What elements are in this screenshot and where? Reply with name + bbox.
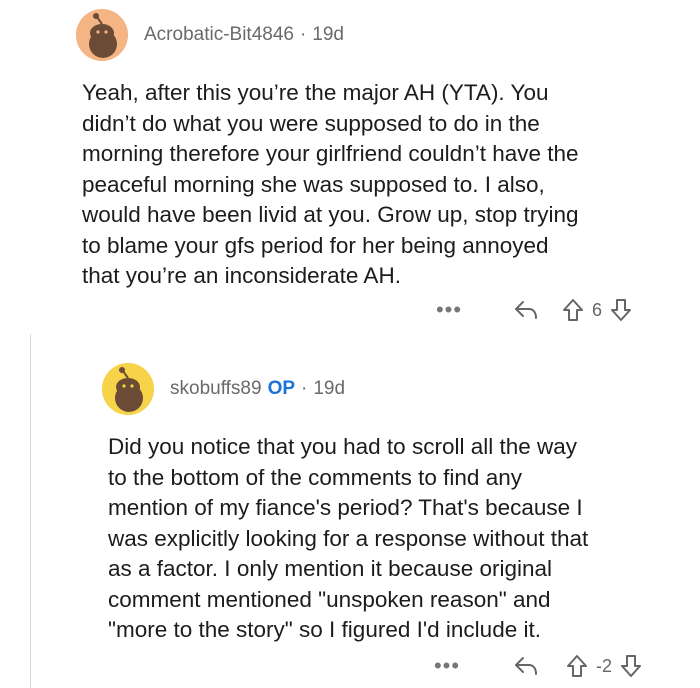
upvote-icon: [567, 655, 587, 677]
username[interactable]: Acrobatic-Bit4846: [144, 24, 294, 45]
comment-actions: ••• 6: [434, 296, 634, 324]
vote-count: -2: [596, 655, 613, 676]
reply-button[interactable]: [502, 655, 550, 677]
comment-actions: ••• -2: [432, 652, 644, 680]
more-options-button[interactable]: •••: [432, 655, 462, 677]
more-icon: •••: [435, 297, 463, 322]
avatar[interactable]: [76, 9, 128, 61]
comment-body: Yeah, after this you’re the major AH (YT…: [82, 80, 579, 288]
comment-body: Did you notice that you had to scroll al…: [108, 434, 589, 642]
op-badge: OP: [267, 378, 296, 399]
snoo-avatar-icon: [76, 9, 128, 61]
avatar[interactable]: [102, 363, 154, 415]
comment: Acrobatic-Bit4846 · 19d Yeah, after this y…: [0, 0, 700, 340]
downvote-icon: [611, 299, 632, 321]
username[interactable]: skobuffs89: [170, 378, 262, 399]
vote-count: 6: [592, 299, 603, 320]
snoo-avatar-icon: [102, 363, 154, 415]
upvote-button[interactable]: [560, 298, 586, 322]
comment-header: Acrobatic-Bit4846 · 19d: [144, 24, 344, 46]
comment-age: 19d: [312, 24, 344, 45]
downvote-button[interactable]: [608, 298, 634, 322]
reply-icon: [515, 301, 537, 319]
separator: ·: [299, 24, 307, 45]
more-icon: •••: [433, 653, 461, 678]
reply-comment: skobuffs89 OP · 19d Did you notice that you…: [0, 340, 700, 688]
downvote-button[interactable]: [618, 654, 644, 678]
upvote-icon: [563, 299, 583, 321]
comment-header: skobuffs89 OP · 19d: [170, 378, 345, 400]
separator: ·: [301, 378, 308, 399]
upvote-button[interactable]: [564, 654, 590, 678]
downvote-icon: [621, 655, 642, 677]
reply-button[interactable]: [502, 299, 550, 321]
comment-age: 19d: [313, 378, 346, 399]
more-options-button[interactable]: •••: [434, 299, 464, 321]
reply-icon: [515, 657, 537, 675]
